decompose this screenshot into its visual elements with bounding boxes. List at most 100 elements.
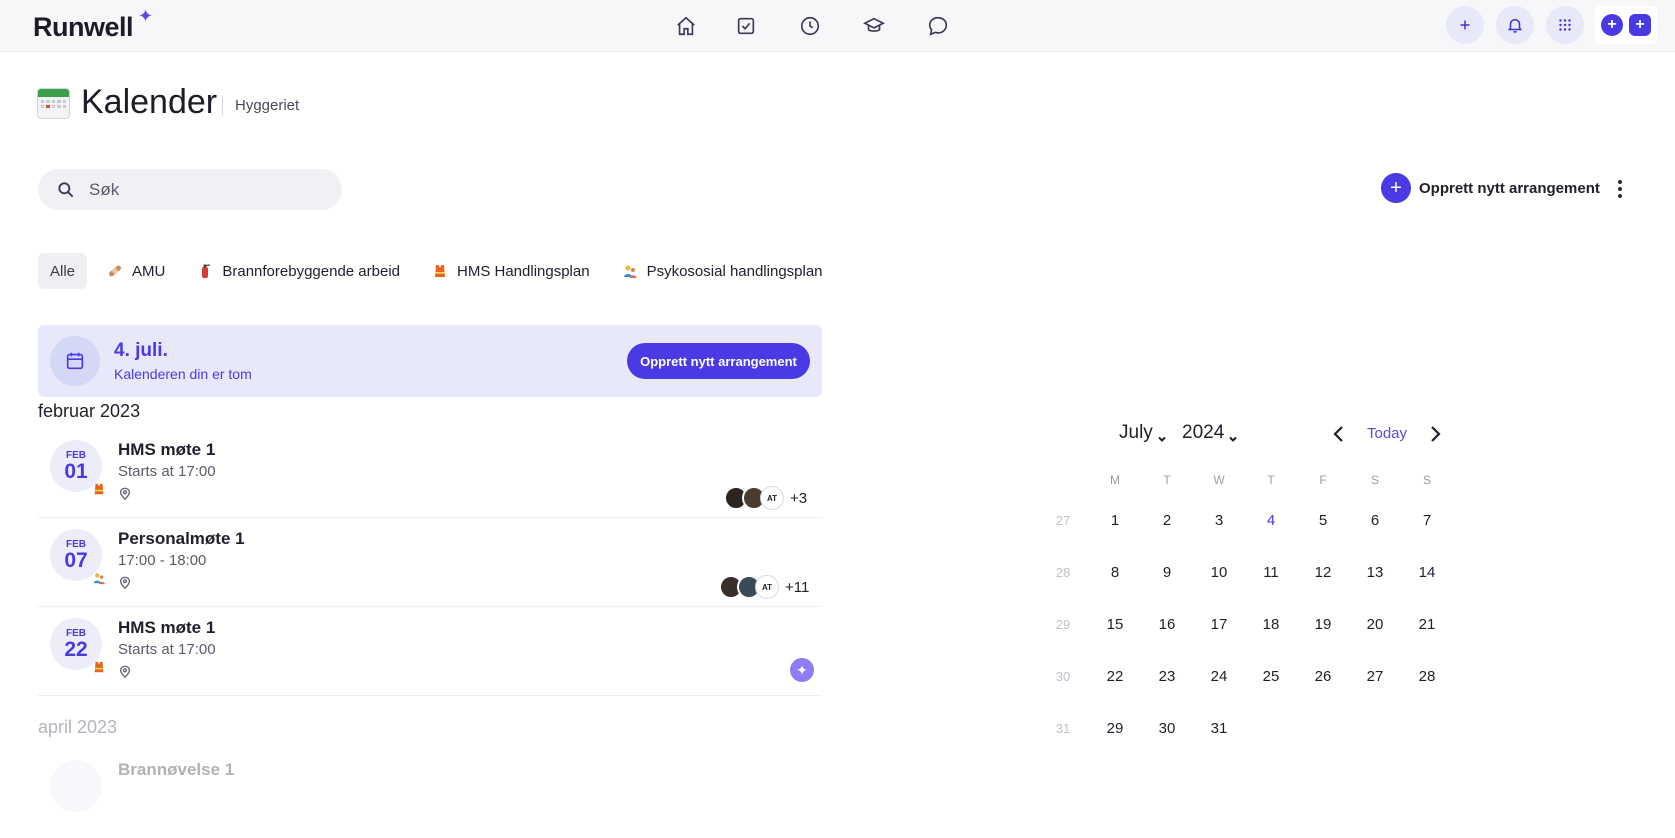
banner-message: Kalenderen din er tom [114, 366, 252, 382]
calendar-icon [50, 336, 100, 386]
week-number: 29 [1055, 616, 1071, 632]
event-date-badge [50, 760, 102, 812]
home-icon[interactable] [671, 11, 701, 41]
runwell-logo[interactable]: Runwell [33, 12, 134, 43]
safety-vest-icon [94, 483, 104, 495]
organization-name: Hyggeriet [235, 97, 300, 114]
calendar-day[interactable]: 1 [1089, 512, 1141, 529]
event-item[interactable]: FEB 22 HMS møte 1 Starts at 17:00 ✦ [38, 608, 822, 696]
calendar-day[interactable]: 16 [1141, 616, 1193, 633]
calendar-day-today[interactable]: 4 [1245, 512, 1297, 529]
participants[interactable]: AT +11 [719, 575, 809, 599]
page-title: Kalender [81, 83, 218, 121]
bandage-icon [109, 265, 121, 277]
courses-icon[interactable] [859, 11, 889, 41]
calendar-day[interactable]: 2 [1141, 512, 1193, 529]
more-options-icon[interactable] [1611, 178, 1629, 200]
company-switcher[interactable]: + + [1595, 6, 1657, 44]
week-number: 28 [1055, 564, 1071, 580]
banner-create-event-button[interactable]: Opprett nytt arrangement [627, 343, 810, 379]
year-select[interactable]: 2024 [1182, 422, 1238, 444]
calendar-day[interactable]: 8 [1089, 564, 1141, 581]
week-number: 30 [1055, 668, 1071, 684]
filter-hms-handlingsplan[interactable]: HMS Handlingsplan [420, 253, 602, 289]
calendar-day[interactable]: 3 [1193, 512, 1245, 529]
event-time: Starts at 17:00 [118, 641, 216, 658]
filter-amu[interactable]: AMU [95, 253, 177, 289]
calendar-day[interactable]: 23 [1141, 668, 1193, 685]
filter-all[interactable]: Alle [38, 253, 88, 289]
weekday-label: M [1110, 473, 1120, 487]
apps-grid-icon[interactable] [1546, 6, 1584, 44]
calendar-day[interactable]: 25 [1245, 668, 1297, 685]
event-item[interactable]: Brannøvelse 1 [38, 750, 822, 838]
calendar-week-row: 31 29 30 31 [1037, 702, 1453, 754]
calendar-day[interactable]: 5 [1297, 512, 1349, 529]
chat-icon[interactable] [923, 11, 953, 41]
notifications-bell-icon[interactable] [1496, 6, 1534, 44]
calendar-day[interactable]: 30 [1141, 720, 1193, 737]
calendar-day[interactable]: 26 [1297, 668, 1349, 685]
event-item[interactable]: FEB 01 HMS møte 1 Starts at 17:00 AT +3 [38, 430, 822, 518]
chevron-down-icon [1157, 428, 1167, 442]
calendar-day[interactable]: 19 [1297, 616, 1349, 633]
weekday-header: M T W T F S S [1037, 466, 1453, 494]
calendar-day[interactable]: 21 [1401, 616, 1453, 633]
safety-vest-icon [435, 265, 445, 277]
tasks-icon[interactable] [731, 11, 761, 41]
calendar-day[interactable]: 29 [1089, 720, 1141, 737]
calendar-day[interactable]: 6 [1349, 512, 1401, 529]
participants[interactable]: AT +3 [724, 486, 807, 510]
calendar-day[interactable]: 14 [1401, 564, 1453, 581]
previous-month-icon[interactable] [1330, 424, 1348, 444]
search-input[interactable] [89, 179, 319, 200]
calendar-day[interactable]: 22 [1089, 668, 1141, 685]
calendar-day[interactable]: 27 [1349, 668, 1401, 685]
avatar-initials: AT [755, 575, 779, 599]
calendar-day[interactable]: 24 [1193, 668, 1245, 685]
event-title: HMS møte 1 [118, 440, 216, 459]
avatar-initials: AT [760, 486, 784, 510]
filter-label: Alle [50, 262, 76, 280]
filter-psykososial-handlingsplan[interactable]: Psykososial handlingsplan [610, 253, 835, 289]
next-month-icon[interactable] [1426, 424, 1444, 444]
quick-add-button[interactable] [1446, 6, 1484, 44]
event-title: Brannøvelse 1 [118, 760, 235, 779]
calendar-day[interactable]: 9 [1141, 564, 1193, 581]
event-item[interactable]: FEB 07 Personalmøte 1 17:00 - 18:00 AT +… [38, 519, 822, 607]
calendar-day[interactable]: 20 [1349, 616, 1401, 633]
location-pin-icon [118, 576, 132, 590]
calendar-day[interactable]: 7 [1401, 512, 1453, 529]
banner-date: 4. juli. [114, 340, 168, 361]
filter-label: Psykososial handlingsplan [646, 262, 823, 280]
event-title: Personalmøte 1 [118, 529, 245, 548]
calendar-day[interactable]: 11 [1245, 564, 1297, 581]
search-bar[interactable] [38, 169, 342, 210]
calendar-day[interactable]: 18 [1245, 616, 1297, 633]
calendar-day[interactable]: 31 [1193, 720, 1245, 737]
calendar-day[interactable]: 13 [1349, 564, 1401, 581]
week-number: 31 [1055, 720, 1071, 736]
weekday-label: W [1213, 473, 1225, 487]
calendar-day[interactable]: 28 [1401, 668, 1453, 685]
month-select[interactable]: July [1119, 422, 1167, 444]
calendar-week-row: 28 8 9 10 11 12 13 14 [1037, 546, 1453, 598]
filter-brannforebyggende-arbeid[interactable]: Brannforebyggende arbeid [185, 253, 412, 289]
calendar-day[interactable]: 10 [1193, 564, 1245, 581]
clock-icon[interactable] [795, 11, 825, 41]
month-label: July [1119, 422, 1153, 443]
calendar-day[interactable]: 17 [1193, 616, 1245, 633]
safety-vest-icon [94, 661, 104, 673]
calendar-day[interactable]: 15 [1089, 616, 1141, 633]
sparkle-action-icon[interactable]: ✦ [790, 658, 814, 682]
search-icon [58, 181, 74, 197]
create-event-button[interactable]: + Opprett nytt arrangement [1381, 173, 1600, 203]
calendar-day[interactable]: 12 [1297, 564, 1349, 581]
fire-extinguisher-icon [202, 264, 211, 278]
filter-label: Brannforebyggende arbeid [222, 262, 400, 280]
today-button[interactable]: Today [1367, 425, 1407, 442]
event-time: Starts at 17:00 [118, 463, 216, 480]
weekday-label: F [1319, 473, 1327, 487]
calendar-week-row: 29 15 16 17 18 19 20 21 [1037, 598, 1453, 650]
category-filters: Alle AMU Brannforebyggende arbeid HMS Ha… [38, 253, 835, 289]
